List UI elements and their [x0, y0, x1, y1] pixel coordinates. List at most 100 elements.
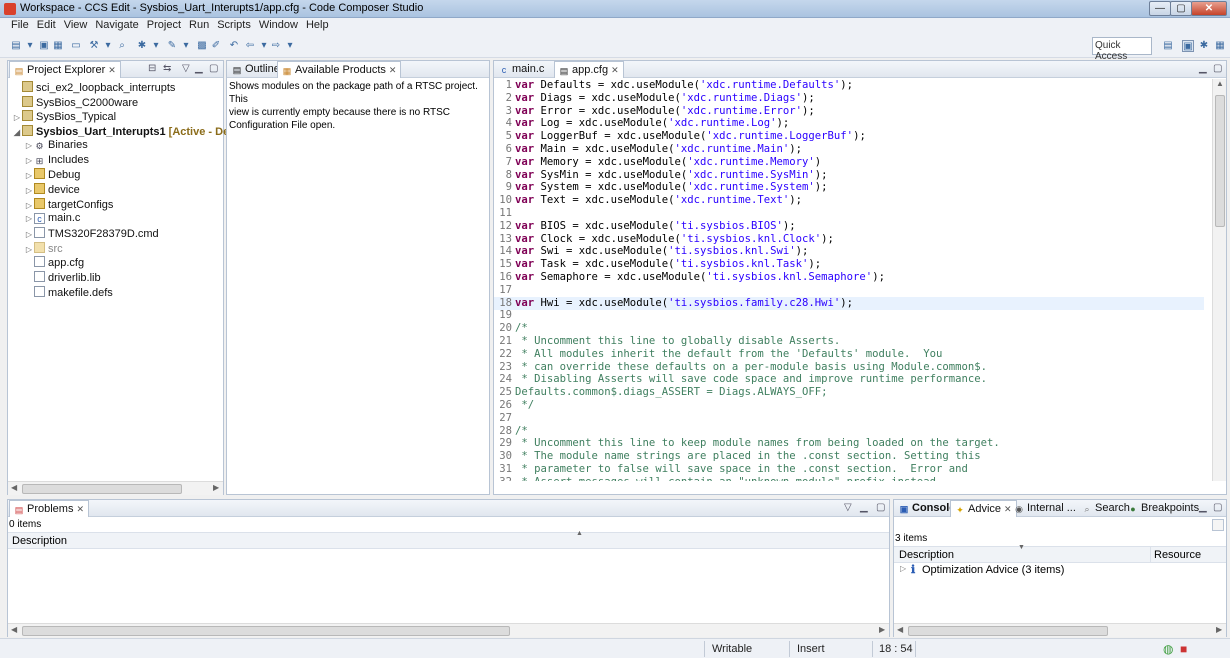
- tree-item-cmd[interactable]: ▷ TMS320F28379D.cmd: [24, 227, 159, 241]
- column-header-description[interactable]: Description: [899, 549, 954, 561]
- minimize-icon[interactable]: ▁: [860, 502, 868, 513]
- menu-navigate[interactable]: Navigate: [91, 18, 142, 32]
- code-line[interactable]: 30 * The module name strings are placed …: [494, 450, 1204, 463]
- scroll-left-icon[interactable]: ◀: [11, 625, 17, 634]
- console-icon[interactable]: ▭: [70, 40, 82, 52]
- editor-vscroll[interactable]: ▲: [1212, 79, 1226, 481]
- scroll-thumb[interactable]: [1215, 95, 1225, 227]
- back-icon[interactable]: ⇦: [244, 40, 256, 52]
- code-line[interactable]: 10 var Text = xdc.useModule('xdc.runtime.…: [494, 194, 1204, 207]
- menu-run[interactable]: Run: [185, 18, 213, 32]
- save-icon[interactable]: ▣: [38, 40, 50, 52]
- code-line[interactable]: 2 var Diags = xdc.useModule('xdc.runtime.…: [494, 92, 1204, 105]
- maximize-icon[interactable]: ▢: [1213, 502, 1222, 513]
- dropdown-icon[interactable]: ▾: [284, 40, 296, 52]
- save-all-icon[interactable]: ▦: [52, 40, 64, 52]
- scroll-thumb[interactable]: [22, 626, 510, 636]
- tab-app-cfg[interactable]: ▤ app.cfg ✕: [554, 61, 624, 78]
- code-line[interactable]: 14 var Swi = xdc.useModule('ti.sysbios.kn…: [494, 245, 1204, 258]
- maximize-icon[interactable]: ▢: [209, 63, 218, 74]
- tab-outline[interactable]: ▤ Outline: [228, 61, 284, 78]
- last-edit-icon[interactable]: ↶: [228, 40, 240, 52]
- code-line[interactable]: 20/*: [494, 322, 1204, 335]
- menu-edit[interactable]: Edit: [33, 18, 60, 32]
- dropdown-icon[interactable]: ▾: [258, 40, 270, 52]
- expand-icon[interactable]: ▷: [24, 201, 34, 210]
- maximize-icon[interactable]: ▢: [1213, 63, 1222, 74]
- column-header-resource[interactable]: Resource: [1154, 549, 1201, 561]
- problems-table-header[interactable]: Description ▲: [8, 530, 889, 549]
- code-line[interactable]: 17: [494, 284, 1204, 297]
- link-editor-icon[interactable]: ⇆: [163, 63, 171, 74]
- code-line[interactable]: 8 var SysMin = xdc.useModule('xdc.runtime…: [494, 169, 1204, 182]
- annotation-icon[interactable]: ▩: [196, 40, 208, 52]
- dropdown-icon[interactable]: ▾: [24, 40, 36, 52]
- menu-help[interactable]: Help: [302, 18, 333, 32]
- scroll-left-icon[interactable]: ◀: [11, 483, 17, 492]
- advice-table-header[interactable]: Description ▼ Resource: [894, 544, 1226, 563]
- expand-icon[interactable]: ▷: [12, 113, 22, 122]
- dropdown-icon[interactable]: ▾: [180, 40, 192, 52]
- scroll-right-icon[interactable]: ▶: [213, 483, 219, 492]
- code-line[interactable]: 31 * parameter to false will save space …: [494, 463, 1204, 476]
- minimize-icon[interactable]: ▁: [195, 63, 203, 74]
- expand-icon[interactable]: ▷: [24, 171, 34, 180]
- code-line[interactable]: 25 Defaults.common$.diags_ASSERT = Diags.…: [494, 386, 1204, 399]
- expand-icon[interactable]: ▷: [900, 564, 906, 573]
- code-line[interactable]: 27: [494, 412, 1204, 425]
- code-line[interactable]: 22 * All modules inherit the default fro…: [494, 348, 1204, 361]
- menu-scripts[interactable]: Scripts: [213, 18, 255, 32]
- scroll-right-icon[interactable]: ▶: [879, 625, 885, 634]
- progress-icon[interactable]: ◍: [1163, 642, 1173, 656]
- flash-icon[interactable]: ✎: [166, 40, 178, 52]
- expand-icon[interactable]: ▷: [24, 245, 34, 254]
- tab-problems[interactable]: ▤ Problems ✕: [9, 500, 90, 517]
- tab-project-explorer[interactable]: ▤ Project Explorer ✕: [9, 61, 121, 78]
- code-line[interactable]: 29 * Uncomment this line to keep module …: [494, 437, 1204, 450]
- code-line[interactable]: 13 var Clock = xdc.useModule('ti.sysbios.…: [494, 233, 1204, 246]
- code-line[interactable]: 6 var Main = xdc.useModule('xdc.runtime.M…: [494, 143, 1204, 156]
- expand-icon[interactable]: ▷: [24, 141, 34, 150]
- tree-item-main-c[interactable]: ▷ c main.c: [24, 212, 80, 226]
- advice-hscroll[interactable]: ◀ ▶: [894, 623, 1226, 637]
- menu-window[interactable]: Window: [255, 18, 302, 32]
- build-icon[interactable]: ⚒: [88, 40, 100, 52]
- code-line[interactable]: 5 var LoggerBuf = xdc.useModule('xdc.runt…: [494, 130, 1204, 143]
- code-line[interactable]: 19: [494, 309, 1204, 322]
- edit-icon[interactable]: ✐: [210, 40, 222, 52]
- maximize-icon[interactable]: ▢: [876, 502, 885, 513]
- problems-hscroll[interactable]: ◀ ▶: [8, 623, 889, 637]
- column-header-description[interactable]: Description: [12, 535, 67, 547]
- close-icon[interactable]: ✕: [389, 65, 397, 75]
- menu-view[interactable]: View: [60, 18, 92, 32]
- code-line[interactable]: 21 * Uncomment this line to globally dis…: [494, 335, 1204, 348]
- view-menu-icon[interactable]: ▽: [182, 63, 190, 74]
- tree-item-driverlib[interactable]: driverlib.lib: [24, 271, 101, 285]
- tree-item-sysbios-uart[interactable]: ◢ Sysbios_Uart_Interupts1 [Active - Debug…: [12, 125, 253, 139]
- dropdown-icon[interactable]: ▾: [150, 40, 162, 52]
- code-line[interactable]: 16 var Semaphore = xdc.useModule('ti.sysb…: [494, 271, 1204, 284]
- code-line[interactable]: 11: [494, 207, 1204, 220]
- collapse-icon[interactable]: ◢: [12, 128, 22, 137]
- quick-access-input[interactable]: Quick Access: [1092, 37, 1152, 62]
- collapse-all-icon[interactable]: ⊟: [148, 63, 156, 74]
- scroll-left-icon[interactable]: ◀: [897, 625, 903, 634]
- close-icon[interactable]: ✕: [611, 65, 619, 75]
- code-line[interactable]: 3 var Error = xdc.useModule('xdc.runtime.…: [494, 105, 1204, 118]
- code-line[interactable]: 26 */: [494, 399, 1204, 412]
- tree-item-sysbios-c2000ware[interactable]: SysBios_C2000ware: [12, 96, 138, 110]
- tree-item-debug[interactable]: ▷ Debug: [24, 168, 80, 182]
- tree-item-device[interactable]: ▷ device: [24, 183, 80, 197]
- collapse-icon[interactable]: [1212, 519, 1224, 531]
- advice-row[interactable]: ▷ ℹ Optimization Advice (3 items): [894, 563, 1226, 578]
- scroll-thumb[interactable]: [22, 484, 182, 494]
- forward-icon[interactable]: ⇨: [270, 40, 282, 52]
- code-line[interactable]: 18 var Hwi = xdc.useModule('ti.sysbios.fa…: [494, 296, 1204, 310]
- dropdown-icon[interactable]: ▾: [102, 40, 114, 52]
- view-menu-icon[interactable]: ▽: [844, 502, 852, 513]
- notification-icon[interactable]: ■: [1180, 642, 1187, 656]
- scroll-up-icon[interactable]: ▲: [1216, 79, 1224, 88]
- ccs-edit-perspective-icon[interactable]: ▣: [1182, 40, 1194, 52]
- tree-item-includes[interactable]: ▷ ⊞ Includes: [24, 154, 89, 168]
- open-perspective-icon[interactable]: ▤: [1162, 40, 1174, 52]
